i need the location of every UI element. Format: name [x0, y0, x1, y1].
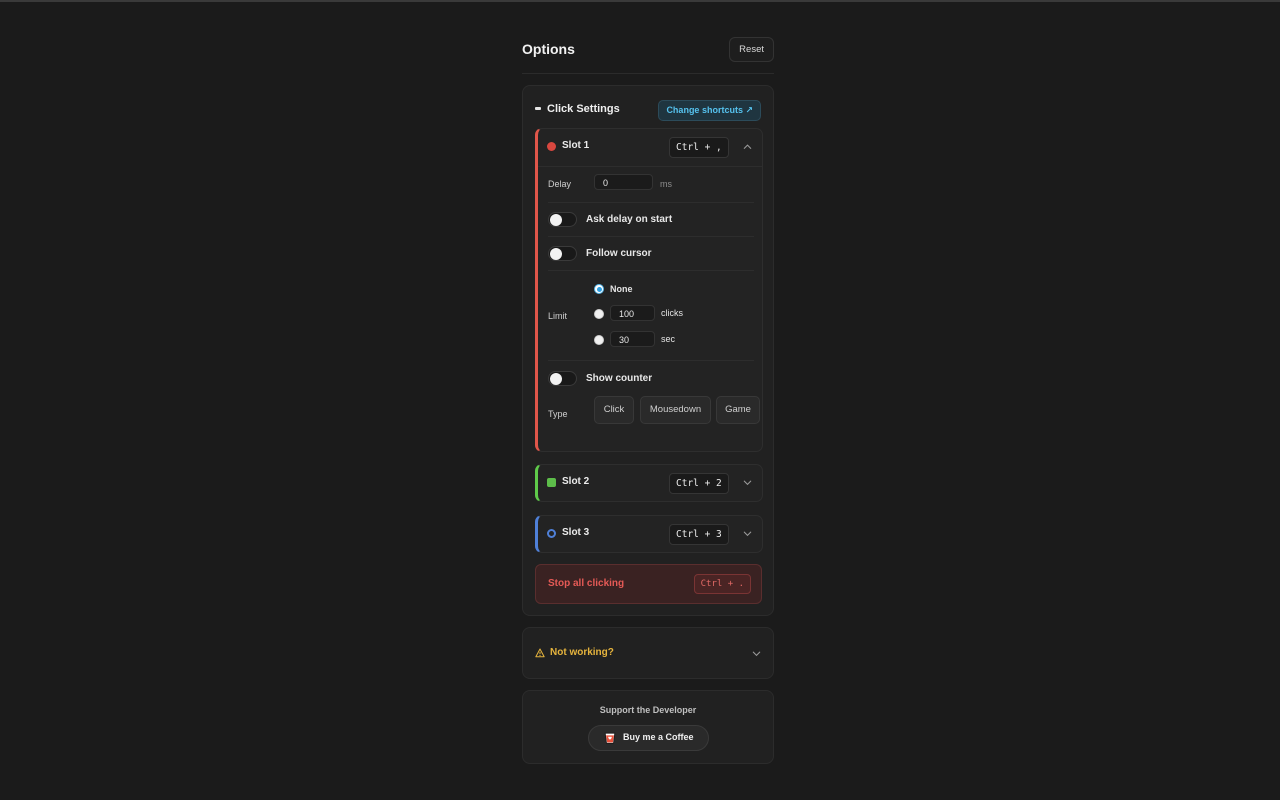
show-counter-label: Show counter [586, 373, 653, 384]
limit-clicks-unit: clicks [661, 308, 683, 318]
type-label: Type [548, 409, 568, 419]
limit-label: Limit [548, 311, 568, 321]
chevron-up-icon[interactable] [742, 141, 753, 152]
slot-2-name: Slot 2 [562, 476, 590, 487]
click-settings-title: Click Settings [547, 103, 620, 115]
ask-delay-toggle[interactable] [548, 212, 577, 227]
window-top-edge [0, 0, 1280, 2]
follow-cursor-toggle[interactable] [548, 246, 577, 261]
section-marker-icon [535, 107, 541, 110]
ask-delay-label: Ask delay on start [586, 214, 673, 225]
limit-seconds-radio[interactable] [594, 335, 604, 345]
not-working-card[interactable]: Not working? [522, 627, 774, 679]
options-panel: Options Reset Click Settings Change shor… [522, 36, 774, 764]
slot-3[interactable]: Slot 3 Ctrl + 3 [535, 515, 763, 553]
slot-1-header[interactable]: Slot 1 Ctrl + , [538, 129, 762, 167]
slot-2[interactable]: Slot 2 Ctrl + 2 [535, 464, 763, 502]
delay-row: Delay 0 ms [548, 166, 754, 202]
click-settings-card: Click Settings Change shortcuts ↗ Slot 1… [522, 85, 774, 616]
slot-3-ring-icon [547, 529, 556, 538]
slot-2-shortcut: Ctrl + 2 [669, 473, 729, 494]
limit-seconds-unit: sec [661, 334, 676, 344]
type-row: Type Click Mousedown Game [548, 394, 760, 434]
chevron-down-icon[interactable] [742, 528, 753, 539]
slot-3-shortcut: Ctrl + 3 [669, 524, 729, 545]
ask-delay-row: Ask delay on start [548, 202, 754, 237]
type-click-button[interactable]: Click [594, 396, 634, 424]
limit-none-label: None [610, 284, 633, 294]
slot-2-color-square-icon [547, 478, 556, 487]
slot-1-color-dot-icon [547, 142, 556, 151]
show-counter-toggle[interactable] [548, 371, 577, 386]
options-header: Options Reset [522, 36, 774, 74]
type-mousedown-button[interactable]: Mousedown [640, 396, 711, 424]
delay-unit: ms [660, 179, 672, 189]
click-settings-header: Click Settings Change shortcuts ↗ [535, 100, 761, 121]
chevron-down-icon[interactable] [751, 648, 762, 659]
limit-seconds-input[interactable]: 30 [610, 331, 655, 347]
limit-none-radio[interactable] [594, 284, 604, 294]
stop-all-shortcut: Ctrl + . [693, 574, 751, 594]
support-title: Support the Developer [599, 705, 697, 715]
chevron-down-icon[interactable] [742, 477, 753, 488]
stop-all-clicking-button[interactable]: Stop all clicking Ctrl + . [535, 564, 762, 604]
buy-me-a-coffee-button[interactable]: Buy me a Coffee [588, 725, 709, 751]
page-title: Options [522, 41, 575, 57]
stop-all-label: Stop all clicking [548, 578, 625, 589]
delay-label: Delay [548, 179, 572, 189]
type-game-button[interactable]: Game [716, 396, 760, 424]
change-shortcuts-button[interactable]: Change shortcuts ↗ [658, 100, 761, 121]
limit-clicks-radio[interactable] [594, 309, 604, 319]
support-card: Support the Developer Buy me a Coffee [522, 690, 774, 764]
follow-cursor-label: Follow cursor [586, 248, 652, 259]
limit-row: Limit None 100 clicks 30 sec [548, 270, 754, 361]
limit-clicks-input[interactable]: 100 [610, 305, 655, 321]
coffee-cup-icon [604, 732, 616, 744]
buy-me-a-coffee-label: Buy me a Coffee [623, 732, 694, 742]
slot-3-name: Slot 3 [562, 527, 590, 538]
slot-1-shortcut: Ctrl + , [669, 137, 729, 158]
not-working-label: Not working? [550, 647, 614, 658]
slot-1: Slot 1 Ctrl + , Delay 0 ms Ask delay on … [535, 128, 763, 452]
delay-input[interactable]: 0 [594, 174, 653, 190]
warning-triangle-icon [535, 648, 545, 658]
reset-button[interactable]: Reset [729, 37, 774, 62]
show-counter-row: Show counter [548, 360, 754, 395]
slot-1-name: Slot 1 [562, 140, 590, 151]
follow-cursor-row: Follow cursor [548, 236, 754, 271]
